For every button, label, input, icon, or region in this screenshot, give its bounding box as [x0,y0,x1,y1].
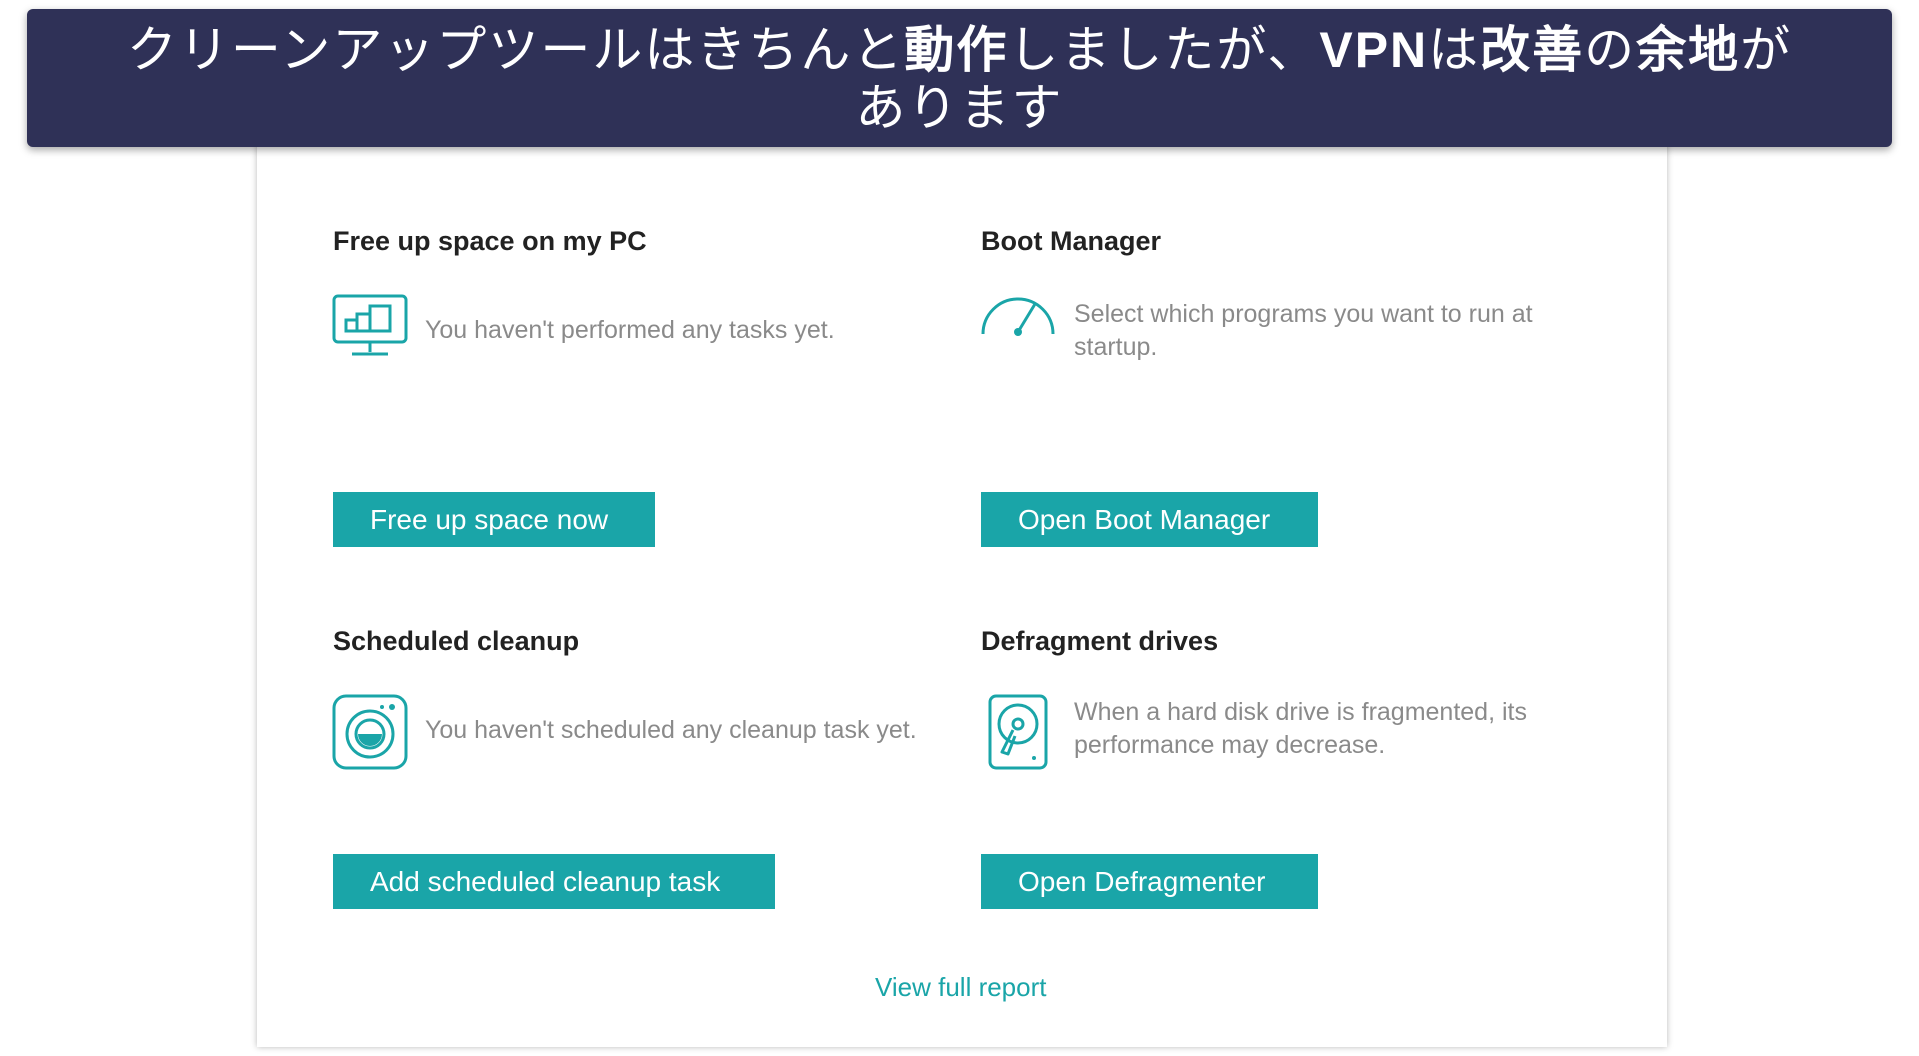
caption-text-6: 改善 [1480,22,1585,78]
cleanup-panel: Free up space on my PC You haven't perfo… [257,140,1667,1047]
free-up-space-button[interactable]: Free up space now [333,492,655,547]
open-defragmenter-button[interactable]: Open Defragmenter [981,854,1318,909]
free-space-title: Free up space on my PC [333,226,647,256]
caption-text-4: VPN [1319,22,1429,78]
hard-disk-icon [988,694,1048,775]
caption-text-2: 動作 [904,22,1009,78]
boot-manager-title: Boot Manager [981,226,1162,256]
caption-text-1: クリーンアップツールはきちんと [126,22,905,78]
open-boot-manager-button[interactable]: Open Boot Manager [981,492,1318,547]
caption-banner: クリーンアップツールはきちんと動作しましたが、VPNは改善の余地が あります [27,9,1892,147]
caption-text-8: 余地 [1636,22,1741,78]
washing-machine-icon [332,694,408,775]
monitor-icon [332,294,408,365]
boot-manager-description: Select which programs you want to run at… [1074,300,1533,361]
scheduled-cleanup-title: Scheduled cleanup [333,626,580,656]
caption-text-line2: あります [855,80,1064,136]
caption-text-9: が [1740,22,1793,78]
defragment-description: When a hard disk drive is fragmented, it… [1074,698,1527,759]
caption-text-3: しましたが、 [1008,22,1320,78]
screenshot-stage: クリーンアップツールはきちんと動作しましたが、VPNは改善の余地が あります F… [0,0,1919,1056]
free-space-description: You haven't performed any tasks yet. [425,316,835,344]
caption-text-7: の [1584,22,1637,78]
caption-text-5: は [1428,22,1481,78]
view-full-report-link[interactable]: View full report [875,972,1047,1003]
add-scheduled-cleanup-button[interactable]: Add scheduled cleanup task [333,854,775,909]
defragment-title: Defragment drives [981,626,1219,656]
speedometer-icon [979,292,1057,347]
scheduled-cleanup-description: You haven't scheduled any cleanup task y… [425,716,917,744]
